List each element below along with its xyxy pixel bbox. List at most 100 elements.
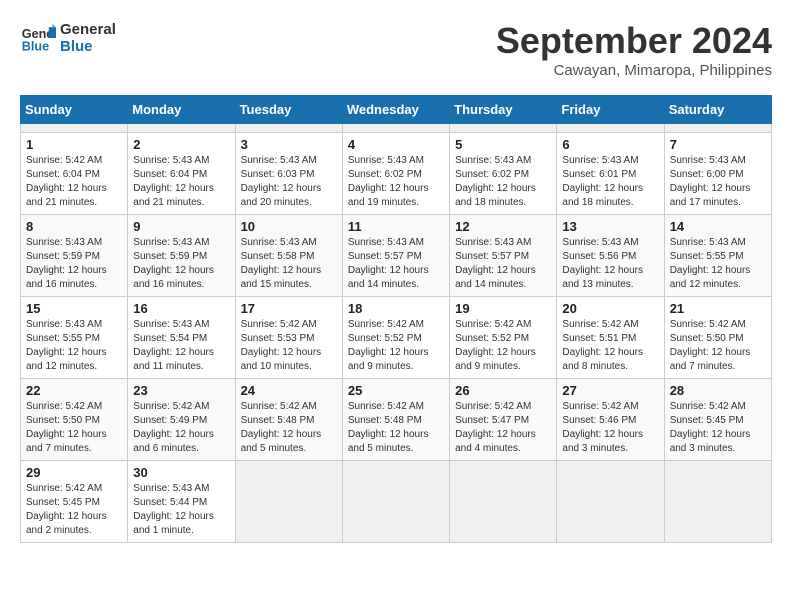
calendar-cell: 22 Sunrise: 5:42 AMSunset: 5:50 PMDayligh… xyxy=(21,379,128,461)
day-number: 17 xyxy=(241,301,337,316)
calendar-cell xyxy=(128,124,235,133)
day-number: 10 xyxy=(241,219,337,234)
title-area: September 2024 Cawayan, Mimaropa, Philip… xyxy=(496,20,772,79)
calendar-header-row: Sunday Monday Tuesday Wednesday Thursday… xyxy=(21,96,772,124)
day-info: Sunrise: 5:42 AMSunset: 5:52 PMDaylight:… xyxy=(348,318,444,374)
calendar-week-row: 8 Sunrise: 5:43 AMSunset: 5:59 PMDaylight… xyxy=(21,215,772,297)
day-info: Sunrise: 5:43 AMSunset: 6:01 PMDaylight:… xyxy=(562,154,658,210)
calendar-cell: 3Sunrise: 5:43 AMSunset: 6:03 PMDaylight… xyxy=(235,133,342,215)
col-saturday: Saturday xyxy=(664,96,771,124)
day-info: Sunrise: 5:43 AMSunset: 5:55 PMDaylight:… xyxy=(670,236,766,292)
day-number: 23 xyxy=(133,383,229,398)
calendar-cell xyxy=(450,461,557,543)
calendar-cell: 14 Sunrise: 5:43 AMSunset: 5:55 PMDayligh… xyxy=(664,215,771,297)
day-info: Sunrise: 5:42 AMSunset: 5:48 PMDaylight:… xyxy=(348,400,444,456)
calendar-cell: 4Sunrise: 5:43 AMSunset: 6:02 PMDaylight… xyxy=(342,133,449,215)
day-info: Sunrise: 5:42 AMSunset: 5:46 PMDaylight:… xyxy=(562,400,658,456)
calendar-cell xyxy=(342,461,449,543)
calendar-week-row: 29Sunrise: 5:42 AMSunset: 5:45 PMDayligh… xyxy=(21,461,772,543)
calendar-cell: 24Sunrise: 5:42 AMSunset: 5:48 PMDayligh… xyxy=(235,379,342,461)
day-info: Sunrise: 5:43 AMSunset: 5:59 PMDaylight:… xyxy=(26,236,122,292)
day-number: 29 xyxy=(26,465,122,480)
calendar-cell: 10Sunrise: 5:43 AMSunset: 5:58 PMDayligh… xyxy=(235,215,342,297)
day-number: 18 xyxy=(348,301,444,316)
calendar-cell: 8 Sunrise: 5:43 AMSunset: 5:59 PMDaylight… xyxy=(21,215,128,297)
day-number: 3 xyxy=(241,137,337,152)
day-info: Sunrise: 5:43 AMSunset: 6:00 PMDaylight:… xyxy=(670,154,766,210)
calendar-cell xyxy=(235,461,342,543)
calendar-cell: 6 Sunrise: 5:43 AMSunset: 6:01 PMDaylight… xyxy=(557,133,664,215)
day-number: 2 xyxy=(133,137,229,152)
day-number: 20 xyxy=(562,301,658,316)
calendar-cell xyxy=(450,124,557,133)
day-number: 9 xyxy=(133,219,229,234)
calendar-cell: 1 Sunrise: 5:42 AMSunset: 6:04 PMDaylight… xyxy=(21,133,128,215)
day-number: 22 xyxy=(26,383,122,398)
day-info: Sunrise: 5:43 AMSunset: 5:55 PMDaylight:… xyxy=(26,318,122,374)
calendar-week-row: 15 Sunrise: 5:43 AMSunset: 5:55 PMDayligh… xyxy=(21,297,772,379)
svg-text:Blue: Blue xyxy=(22,40,49,54)
day-number: 1 xyxy=(26,137,122,152)
day-info: Sunrise: 5:43 AMSunset: 5:56 PMDaylight:… xyxy=(562,236,658,292)
calendar-cell: 12 Sunrise: 5:43 AMSunset: 5:57 PMDayligh… xyxy=(450,215,557,297)
calendar-cell: 27Sunrise: 5:42 AMSunset: 5:46 PMDayligh… xyxy=(557,379,664,461)
day-number: 19 xyxy=(455,301,551,316)
calendar-cell xyxy=(664,461,771,543)
day-info: Sunrise: 5:43 AMSunset: 5:57 PMDaylight:… xyxy=(455,236,551,292)
logo-icon: General Blue xyxy=(20,20,56,56)
calendar-cell: 13 Sunrise: 5:43 AMSunset: 5:56 PMDayligh… xyxy=(557,215,664,297)
day-info: Sunrise: 5:42 AMSunset: 5:50 PMDaylight:… xyxy=(670,318,766,374)
day-number: 14 xyxy=(670,219,766,234)
calendar-cell: 11 Sunrise: 5:43 AMSunset: 5:57 PMDayligh… xyxy=(342,215,449,297)
calendar-week-row: 22 Sunrise: 5:42 AMSunset: 5:50 PMDayligh… xyxy=(21,379,772,461)
calendar-cell: 2Sunrise: 5:43 AMSunset: 6:04 PMDaylight… xyxy=(128,133,235,215)
day-info: Sunrise: 5:43 AMSunset: 5:54 PMDaylight:… xyxy=(133,318,229,374)
calendar-cell: 17 Sunrise: 5:42 AMSunset: 5:53 PMDayligh… xyxy=(235,297,342,379)
calendar-cell: 26Sunrise: 5:42 AMSunset: 5:47 PMDayligh… xyxy=(450,379,557,461)
calendar-cell: 20 Sunrise: 5:42 AMSunset: 5:51 PMDayligh… xyxy=(557,297,664,379)
calendar-cell: 21Sunrise: 5:42 AMSunset: 5:50 PMDayligh… xyxy=(664,297,771,379)
location-subtitle: Cawayan, Mimaropa, Philippines xyxy=(496,62,772,79)
day-number: 16 xyxy=(133,301,229,316)
day-info: Sunrise: 5:42 AMSunset: 5:48 PMDaylight:… xyxy=(241,400,337,456)
col-tuesday: Tuesday xyxy=(235,96,342,124)
day-info: Sunrise: 5:43 AMSunset: 5:59 PMDaylight:… xyxy=(133,236,229,292)
page-header: General Blue General Blue September 2024… xyxy=(20,20,772,79)
day-info: Sunrise: 5:42 AMSunset: 6:04 PMDaylight:… xyxy=(26,154,122,210)
day-info: Sunrise: 5:43 AMSunset: 5:44 PMDaylight:… xyxy=(133,482,229,538)
day-number: 13 xyxy=(562,219,658,234)
day-info: Sunrise: 5:42 AMSunset: 5:47 PMDaylight:… xyxy=(455,400,551,456)
calendar-cell: 7 Sunrise: 5:43 AMSunset: 6:00 PMDaylight… xyxy=(664,133,771,215)
calendar-cell: 5Sunrise: 5:43 AMSunset: 6:02 PMDaylight… xyxy=(450,133,557,215)
day-number: 7 xyxy=(670,137,766,152)
col-sunday: Sunday xyxy=(21,96,128,124)
logo-blue-text: Blue xyxy=(60,38,116,55)
col-monday: Monday xyxy=(128,96,235,124)
calendar-cell: 25Sunrise: 5:42 AMSunset: 5:48 PMDayligh… xyxy=(342,379,449,461)
day-number: 11 xyxy=(348,219,444,234)
calendar-table: Sunday Monday Tuesday Wednesday Thursday… xyxy=(20,95,772,543)
calendar-cell: 23 Sunrise: 5:42 AMSunset: 5:49 PMDayligh… xyxy=(128,379,235,461)
day-info: Sunrise: 5:42 AMSunset: 5:45 PMDaylight:… xyxy=(670,400,766,456)
day-info: Sunrise: 5:42 AMSunset: 5:50 PMDaylight:… xyxy=(26,400,122,456)
day-info: Sunrise: 5:42 AMSunset: 5:49 PMDaylight:… xyxy=(133,400,229,456)
day-info: Sunrise: 5:42 AMSunset: 5:51 PMDaylight:… xyxy=(562,318,658,374)
calendar-cell: 18 Sunrise: 5:42 AMSunset: 5:52 PMDayligh… xyxy=(342,297,449,379)
day-number: 5 xyxy=(455,137,551,152)
day-number: 4 xyxy=(348,137,444,152)
day-number: 15 xyxy=(26,301,122,316)
day-number: 6 xyxy=(562,137,658,152)
day-info: Sunrise: 5:42 AMSunset: 5:52 PMDaylight:… xyxy=(455,318,551,374)
calendar-cell: 19 Sunrise: 5:42 AMSunset: 5:52 PMDayligh… xyxy=(450,297,557,379)
calendar-cell: 9 Sunrise: 5:43 AMSunset: 5:59 PMDaylight… xyxy=(128,215,235,297)
logo: General Blue General Blue xyxy=(20,20,116,56)
calendar-cell: 30Sunrise: 5:43 AMSunset: 5:44 PMDayligh… xyxy=(128,461,235,543)
month-title: September 2024 xyxy=(496,20,772,62)
col-wednesday: Wednesday xyxy=(342,96,449,124)
day-number: 12 xyxy=(455,219,551,234)
day-info: Sunrise: 5:43 AMSunset: 5:57 PMDaylight:… xyxy=(348,236,444,292)
calendar-week-row: 1 Sunrise: 5:42 AMSunset: 6:04 PMDaylight… xyxy=(21,133,772,215)
calendar-cell xyxy=(557,124,664,133)
day-number: 8 xyxy=(26,219,122,234)
day-info: Sunrise: 5:42 AMSunset: 5:53 PMDaylight:… xyxy=(241,318,337,374)
